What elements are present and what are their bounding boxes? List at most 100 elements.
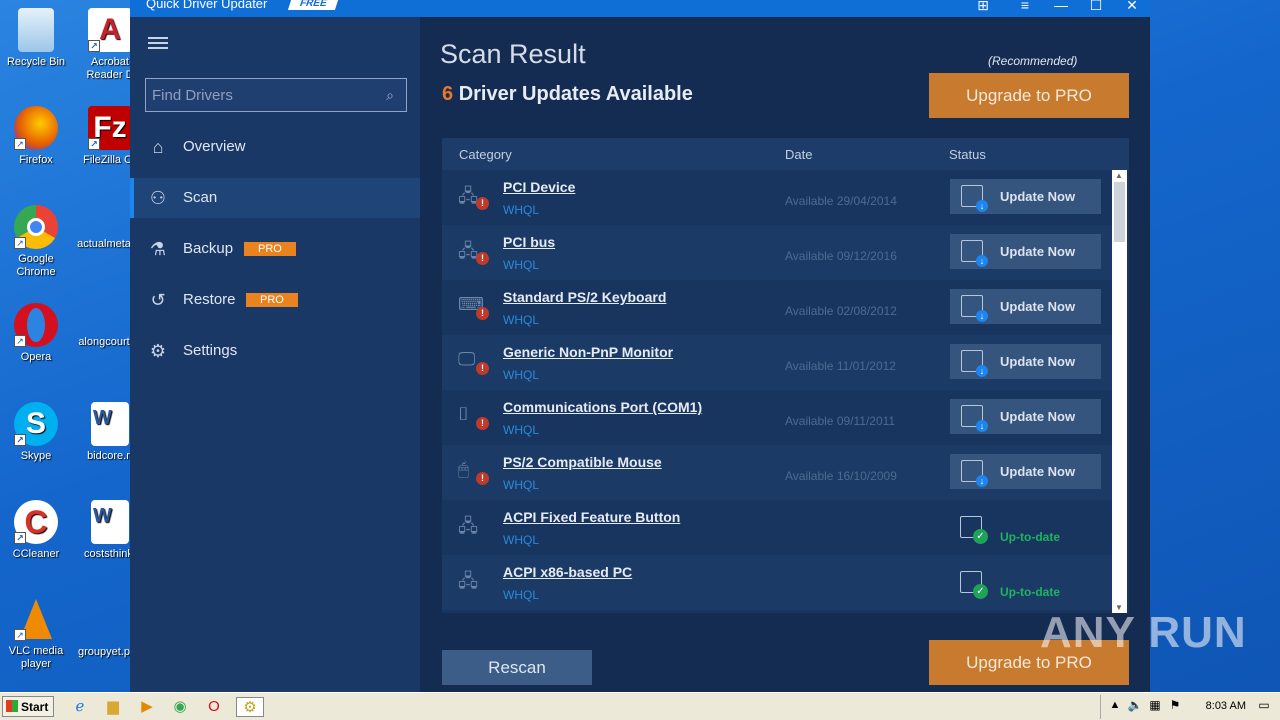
system-tray: ▲ 🔈 ▦ ⚑ 8:03 AM ▭: [1100, 695, 1280, 719]
update-count: 6: [442, 83, 454, 105]
driver-date: Available 16/10/2009: [785, 469, 897, 483]
ie-icon[interactable]: ℯ: [70, 697, 90, 717]
desktop-icon-skype[interactable]: S ↗ Skype: [0, 402, 72, 463]
table-scrollbar[interactable]: ▲ ▼: [1112, 170, 1127, 613]
driver-name-link[interactable]: ACPI Fixed Feature Button: [503, 509, 680, 525]
whql-tag: WHQL: [503, 258, 539, 272]
update-icon: [961, 240, 988, 267]
volume-icon[interactable]: 🔈: [1125, 695, 1145, 715]
desktop-icon-chrome[interactable]: ↗ Google Chrome: [0, 205, 72, 279]
desktop-icon-recycle-bin[interactable]: Recycle Bin: [0, 8, 72, 69]
minimize-button[interactable]: —: [1051, 0, 1071, 15]
update-now-button[interactable]: Update Now: [950, 344, 1101, 379]
update-now-button[interactable]: Update Now: [950, 399, 1101, 434]
driver-name-link[interactable]: PCI bus: [503, 234, 555, 250]
tray-expand-icon[interactable]: ▲: [1105, 695, 1125, 715]
table-row: 🖱 ! PS/2 Compatible Mouse WHQL Available…: [442, 445, 1112, 500]
search-input[interactable]: [146, 79, 371, 111]
skype-icon: S ↗: [14, 402, 58, 446]
whql-tag: WHQL: [503, 478, 539, 492]
chrome-icon: ↗: [14, 205, 58, 249]
close-button[interactable]: ✕: [1122, 0, 1142, 15]
opera-icon: ↗: [14, 303, 58, 347]
gear-icon: ⚙: [149, 341, 167, 361]
table-row: 🖧 ! PCI bus WHQL Available 09/12/2016 Up…: [442, 225, 1112, 280]
menu-icon[interactable]: ≡: [1015, 0, 1035, 15]
nav-item-settings[interactable]: ⚙ Settings: [130, 331, 420, 371]
firefox-icon: ↗: [14, 106, 58, 150]
update-now-button[interactable]: Update Now: [950, 179, 1101, 214]
nav-item-label: Restore: [183, 291, 236, 308]
up-to-date-icon: [960, 516, 988, 544]
column-header-category: Category: [459, 147, 512, 162]
driver-name-link[interactable]: PS/2 Compatible Mouse: [503, 454, 662, 470]
warning-icon: !: [476, 252, 489, 265]
pro-badge: PRO: [246, 293, 298, 307]
update-now-button[interactable]: Update Now: [950, 234, 1101, 269]
word-doc-icon: W: [91, 402, 129, 446]
driver-name-link[interactable]: ACPI x86-based PC: [503, 564, 632, 580]
gift-icon[interactable]: ⊞: [973, 0, 993, 15]
upgrade-pro-button[interactable]: Upgrade to PRO: [929, 73, 1129, 118]
taskbar: Start ℯ ▆ ▶ ◉ O ⚙ ▲ 🔈 ▦ ⚑ 8:03 AM ▭: [0, 692, 1280, 720]
nav-item-overview[interactable]: ⌂ Overview: [130, 127, 420, 167]
update-icon: [961, 295, 988, 322]
update-now-button[interactable]: Update Now: [950, 289, 1101, 324]
warning-icon: !: [476, 472, 489, 485]
app-window: Quick Driver Updater FREE ⊞ ≡ — ☐ ✕ ⌕ ⌂ …: [130, 0, 1150, 692]
status-up-to-date: Up-to-date: [1000, 585, 1060, 599]
flag-icon[interactable]: ⚑: [1165, 695, 1185, 715]
table-row: 🖧 ACPI Fixed Feature Button WHQL Up-to-d…: [442, 500, 1112, 555]
start-button[interactable]: Start: [2, 696, 54, 717]
column-header-date: Date: [785, 147, 813, 162]
pro-badge: PRO: [244, 242, 296, 256]
explorer-icon[interactable]: ▆: [103, 697, 123, 717]
history-icon: ↺: [150, 290, 166, 310]
desktop-icon-firefox[interactable]: ↗ Firefox: [0, 106, 72, 167]
scan-user-icon: ⚇: [149, 188, 167, 208]
driver-name-link[interactable]: Generic Non-PnP Monitor: [503, 344, 673, 360]
nav-item-restore[interactable]: ↺ Restore PRO: [130, 280, 420, 320]
media-player-icon[interactable]: ▶: [137, 697, 157, 717]
table-row: ⌨ ! Standard PS/2 Keyboard WHQL Availabl…: [442, 280, 1112, 335]
driver-name-link[interactable]: PCI Device: [503, 179, 575, 195]
search-icon[interactable]: ⌕: [386, 87, 394, 104]
nav-item-label: Backup: [183, 240, 234, 257]
warning-icon: !: [476, 362, 489, 375]
opera-taskbar-icon[interactable]: O: [204, 697, 224, 717]
nav-item-label: Overview: [183, 138, 246, 155]
rescan-button[interactable]: Rescan: [442, 650, 592, 685]
column-header-status: Status: [949, 147, 986, 162]
driver-date: Available 09/12/2016: [785, 249, 897, 263]
network-icon[interactable]: ▦: [1145, 695, 1165, 715]
nav-item-scan[interactable]: ⚇ Scan: [130, 178, 420, 218]
warning-icon: !: [476, 197, 489, 210]
desktop-icon-opera[interactable]: ↗ Opera: [0, 303, 72, 364]
scroll-up-icon[interactable]: ▲: [1115, 171, 1123, 180]
driver-name-link[interactable]: Standard PS/2 Keyboard: [503, 289, 666, 305]
hamburger-icon[interactable]: [148, 37, 168, 51]
update-now-button[interactable]: Update Now: [950, 454, 1101, 489]
table-header: Category Date Status: [442, 138, 1129, 170]
update-icon: [961, 460, 988, 487]
whql-tag: WHQL: [503, 368, 539, 382]
driver-updater-taskbar-icon[interactable]: ⚙: [236, 697, 264, 717]
show-desktop-icon[interactable]: ▭: [1254, 695, 1274, 715]
nav-item-backup[interactable]: ⚗ Backup PRO: [130, 229, 420, 269]
watermark: ANY RUN: [1040, 608, 1247, 657]
desktop-icon-ccleaner[interactable]: C ↗ CCleaner: [0, 500, 72, 561]
filezilla-icon: Fz ↗: [88, 106, 132, 150]
maximize-button[interactable]: ☐: [1086, 0, 1106, 15]
pci-device-icon: 🖧: [458, 571, 479, 591]
scrollbar-thumb[interactable]: [1114, 182, 1125, 242]
chrome-taskbar-icon[interactable]: ◉: [170, 697, 190, 717]
whql-tag: WHQL: [503, 203, 539, 217]
window-title: Quick Driver Updater: [146, 0, 268, 11]
update-icon: [961, 185, 988, 212]
updates-summary-text: Driver Updates Available: [458, 83, 693, 105]
desktop-icon-vlc[interactable]: ↗ VLC media player: [0, 597, 72, 671]
up-to-date-icon: [960, 571, 988, 599]
windows-logo-icon: [6, 700, 18, 712]
whql-tag: WHQL: [503, 588, 539, 602]
driver-name-link[interactable]: Communications Port (COM1): [503, 399, 702, 415]
